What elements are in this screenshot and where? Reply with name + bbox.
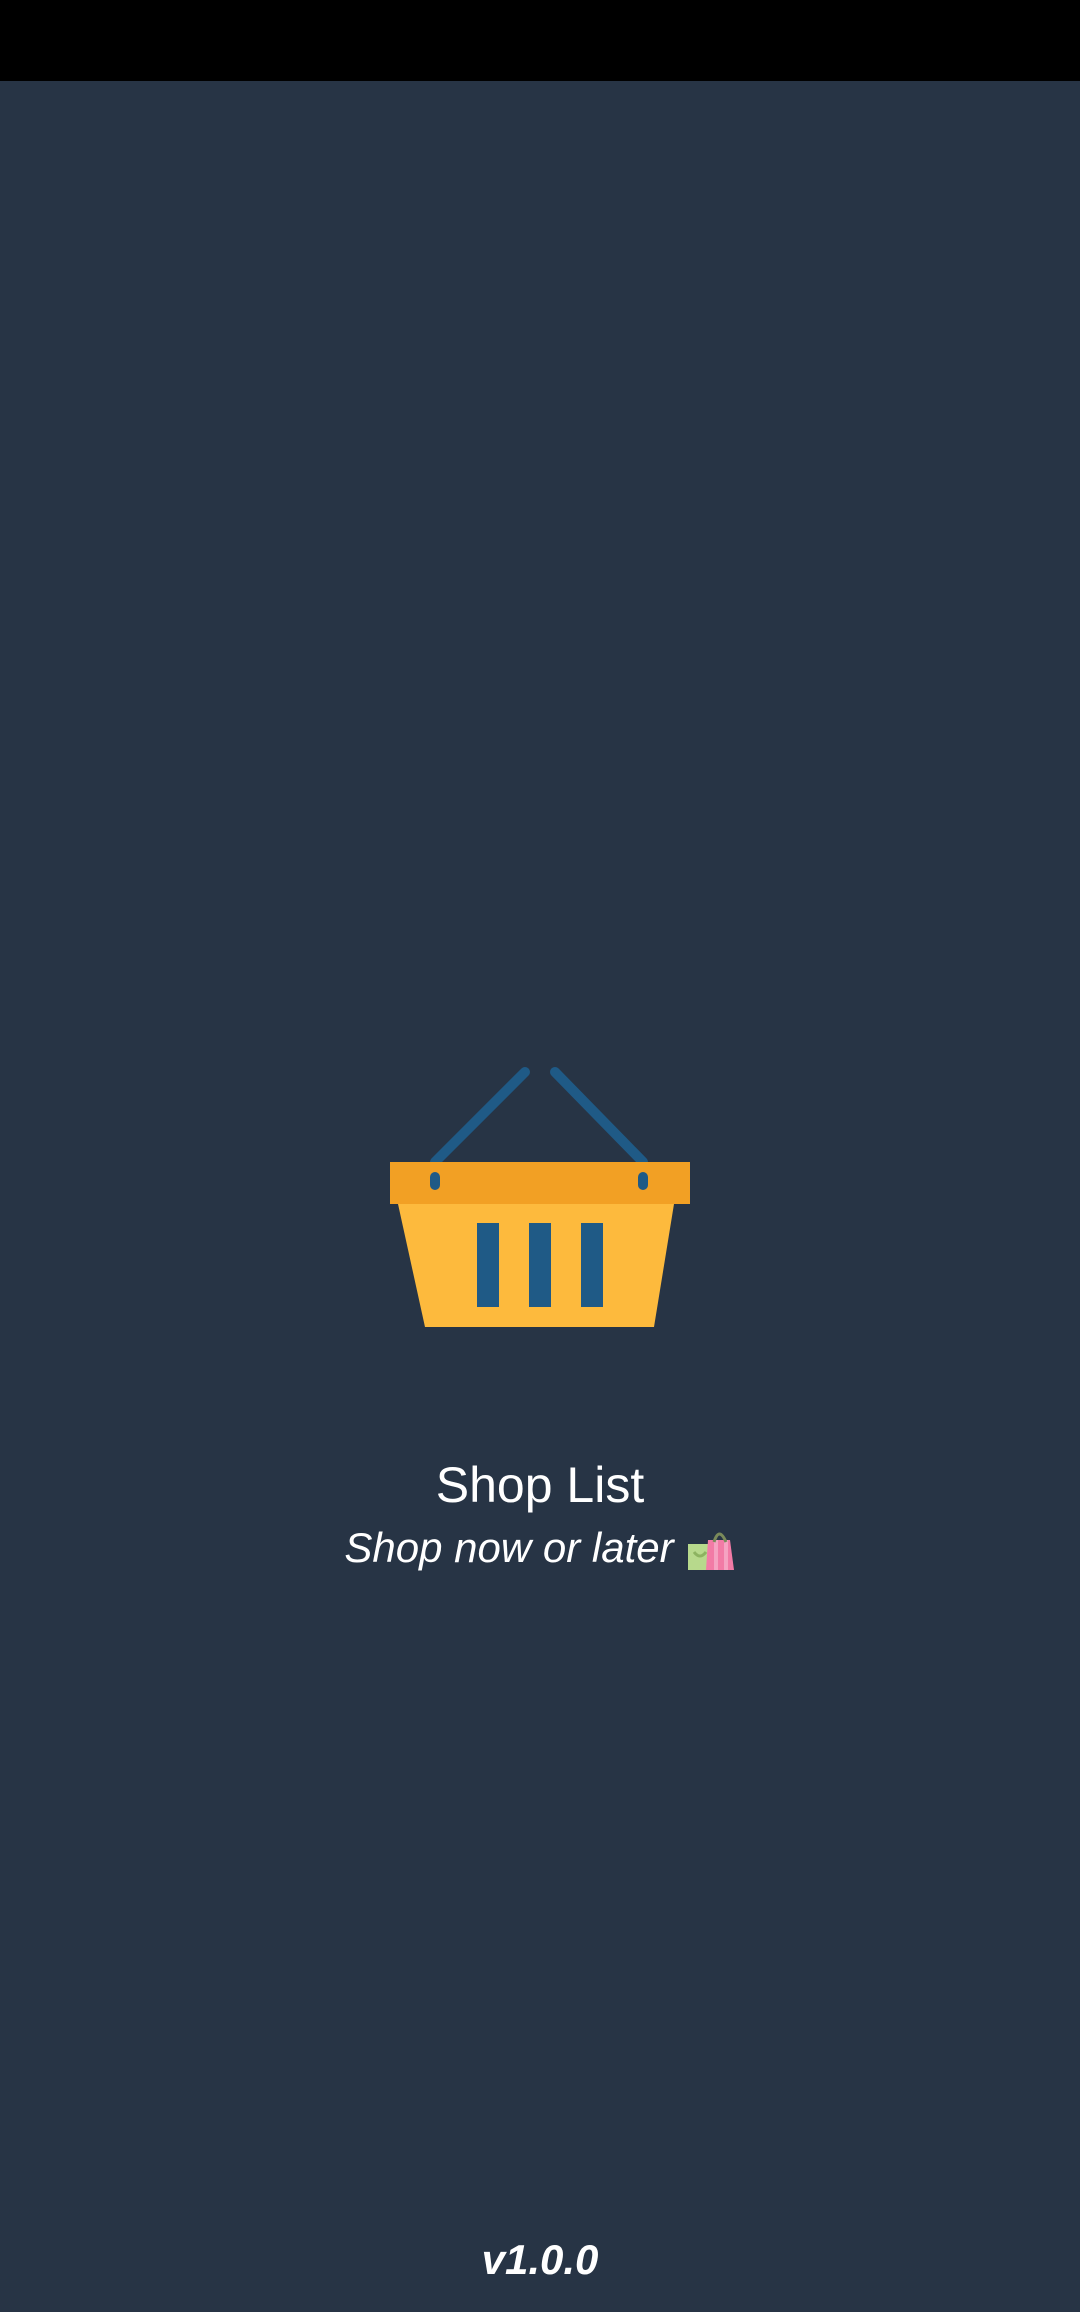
shopping-bags-icon xyxy=(687,1532,734,1570)
shopping-basket-icon xyxy=(390,1067,690,1327)
tagline-row: Shop now or later xyxy=(0,1520,1080,1576)
status-bar xyxy=(0,0,1080,81)
app-version: v1.0.0 xyxy=(481,2236,599,2283)
tagline: Shop now or later xyxy=(344,1524,674,1571)
app-title: Shop List xyxy=(435,1457,645,1513)
